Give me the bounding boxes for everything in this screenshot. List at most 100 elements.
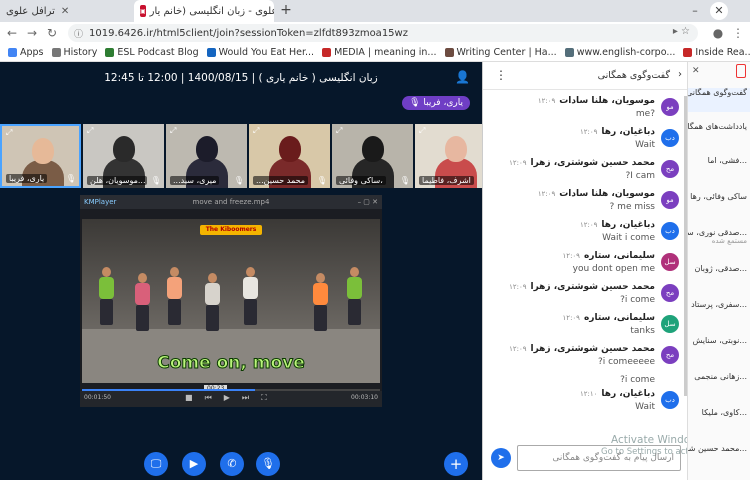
message-meta: محمد حسین شوشتری، زهرا۱۲:۰۹ bbox=[509, 282, 655, 292]
bookmark-item[interactable]: Apps bbox=[8, 47, 44, 58]
bookmark-item[interactable]: Would You Eat Her... bbox=[206, 47, 314, 58]
message-text: Wait i come bbox=[602, 233, 655, 243]
chat-message: دب دباغیان، رها۱۲:۰۹ Wait bbox=[483, 127, 679, 157]
webcam-tile[interactable]: ⤢ ساکی وفائی، 🎙 bbox=[332, 124, 413, 188]
participant-name: اشرف، فاطیما bbox=[419, 176, 474, 185]
webcam-tile[interactable]: ⤢ موسویان، هلن... 🎙 bbox=[83, 124, 164, 188]
bookmark-icon bbox=[206, 48, 216, 57]
checkbox-icon[interactable] bbox=[736, 64, 746, 78]
expand-icon[interactable]: ⤢ bbox=[336, 126, 342, 136]
sidebar-item-label: یادداشت‌های همگانی bbox=[687, 122, 747, 131]
message-time: ۱۲:۰۹ bbox=[509, 159, 527, 167]
bookmark-item[interactable]: Inside Rea... bbox=[683, 47, 750, 58]
bookmark-item[interactable]: Writing Center | Ha... bbox=[444, 47, 557, 58]
message-sender: محمد حسین شوشتری، زهرا bbox=[530, 344, 656, 354]
send-message-button[interactable]: ➤ bbox=[491, 448, 511, 468]
sidebar-item[interactable]: ...سفری، پرستاد bbox=[691, 300, 747, 309]
play-icon[interactable]: ▶ bbox=[224, 393, 230, 403]
phone-button[interactable]: ✆ bbox=[220, 452, 244, 476]
bookmark-icon bbox=[683, 48, 693, 57]
player-titlebar: KMPlayer move and freeze.mp4 – ▢ ✕ bbox=[80, 195, 382, 209]
chat-message: مو موسویان، هلنا سادات۱۲:۰۹ me? bbox=[483, 96, 679, 126]
sidebar-item[interactable]: ...فشی، اما bbox=[708, 156, 747, 165]
sidebar-item[interactable]: ...زهانی منجمی bbox=[694, 372, 747, 381]
talking-indicator[interactable]: 🎙 یاری، فریبا bbox=[402, 96, 470, 110]
chevron-right-icon[interactable]: › bbox=[678, 69, 682, 80]
menu-icon[interactable]: ⋮ bbox=[730, 26, 746, 40]
expand-icon[interactable]: ⤢ bbox=[6, 128, 12, 138]
chat-input[interactable]: ارسال پیام به گفت‌وگوی همگانی bbox=[517, 445, 681, 471]
tab-1[interactable]: ترافل علوی ✕ bbox=[0, 0, 130, 22]
bookmark-item[interactable]: MEDIA | meaning in... bbox=[322, 47, 437, 58]
sidebar-item[interactable]: یادداشت‌های همگانی bbox=[687, 122, 747, 131]
close-window-icon[interactable]: ✕ bbox=[710, 2, 728, 20]
expand-icon[interactable]: ⤢ bbox=[253, 126, 259, 136]
player-file-name: move and freeze.mp4 bbox=[192, 198, 270, 206]
expand-icon[interactable]: ⤢ bbox=[419, 126, 425, 136]
share-screen-button[interactable]: 🖵 bbox=[144, 452, 168, 476]
new-tab-button[interactable]: + bbox=[278, 3, 294, 19]
avatar: مح bbox=[661, 346, 679, 364]
bookmark-item[interactable]: www.english-corpo... bbox=[564, 47, 676, 58]
message-time: ۱۲:۰۹ bbox=[537, 190, 556, 198]
chat-header: ⋮ گفت‌وگوی همگانی › bbox=[483, 62, 688, 90]
back-icon[interactable]: ← bbox=[4, 26, 20, 40]
video-subtitle: Come on, move bbox=[157, 353, 305, 374]
video-button[interactable]: ▶ bbox=[182, 452, 206, 476]
player-controls: 00:01:50 ■ ⏮ ▶ ⏭ ⛶ 00:03:10 bbox=[80, 391, 382, 407]
expand-icon[interactable]: ⤢ bbox=[170, 126, 176, 136]
reload-icon[interactable]: ↻ bbox=[44, 26, 60, 40]
message-meta: موسویان، هلنا سادات۱۲:۰۹ bbox=[538, 96, 655, 106]
message-sender: موسویان، هلنا سادات bbox=[559, 189, 655, 199]
close-icon[interactable]: ✕ bbox=[692, 66, 700, 76]
chat-options-icon[interactable]: ⋮ bbox=[495, 68, 507, 82]
forward-icon[interactable]: → bbox=[24, 26, 40, 40]
participant-name: ...محمد حسین bbox=[253, 176, 309, 185]
dancer-figure bbox=[132, 273, 152, 333]
chat-messages[interactable]: مو موسویان، هلنا سادات۱۲:۰۹ me? دب دباغیان، … bbox=[483, 96, 688, 436]
message-text: Wait bbox=[635, 140, 655, 150]
favicon-icon: ▣ bbox=[140, 5, 146, 17]
message-meta: موسویان، هلنا سادات۱۲:۰۹ bbox=[538, 189, 655, 199]
participant-head bbox=[362, 136, 384, 162]
tab-2[interactable]: ▣ علوی - زبان انگلیسی (خانم یار ✕ bbox=[134, 0, 274, 22]
previous-icon[interactable]: ⏮ bbox=[205, 393, 212, 403]
next-icon[interactable]: ⏭ bbox=[242, 393, 249, 403]
message-meta: دباغیان، رها۱۲:۰۹ bbox=[580, 127, 655, 137]
user-icon[interactable]: 👤 bbox=[455, 70, 470, 84]
info-icon[interactable]: ⓘ bbox=[74, 27, 83, 40]
chat-title: گفت‌وگوی همگانی bbox=[597, 70, 670, 81]
sidebar-item[interactable]: ...محمد حسین شوشت bbox=[688, 444, 747, 453]
chat-message: دب دباغیان، رها۱۲:۱۰ Wait bbox=[483, 389, 679, 419]
microphone-button[interactable]: 🎙 bbox=[256, 452, 280, 476]
tab-2-label: علوی - زبان انگلیسی (خانم یار bbox=[149, 5, 274, 17]
address-bar[interactable]: ⓘ 1019.6426.ir/html5client/join?sessionT… bbox=[68, 24, 698, 42]
expand-icon[interactable]: ⤢ bbox=[87, 126, 93, 136]
webcam-tile[interactable]: ⤢ ...محمد حسین 🎙 bbox=[249, 124, 330, 188]
sidebar-item[interactable]: ساکی وفائی، رها bbox=[690, 192, 747, 201]
participant-name: یاری، فریبا bbox=[6, 174, 48, 183]
message-time: ۱۲:۰۹ bbox=[537, 97, 556, 105]
webcam-tile[interactable]: ⤢ یاری، فریبا 🎙 bbox=[0, 124, 81, 188]
star-icon[interactable]: ▸ ☆ bbox=[673, 26, 690, 37]
stop-icon[interactable]: ■ bbox=[185, 393, 193, 403]
bookmark-item[interactable]: History bbox=[51, 47, 97, 58]
sidebar-item-label: ...سفری، پرستاد bbox=[691, 300, 747, 309]
minimize-icon[interactable]: – bbox=[686, 2, 704, 20]
fullscreen-icon[interactable]: ⛶ bbox=[261, 393, 267, 403]
sidebar-item[interactable]: ...صدقی، ژوبان bbox=[694, 264, 747, 273]
sidebar-item[interactable]: ...صدقی نوری، ستارمستمع شده bbox=[688, 228, 747, 245]
actions-plus-button[interactable]: + bbox=[444, 452, 468, 476]
screenshare: KMPlayer move and freeze.mp4 – ▢ ✕ The K… bbox=[80, 195, 382, 407]
meeting-area: زبان انگلیسی ( خانم یاری ) | 1400/08/15 … bbox=[0, 62, 496, 480]
bookmark-item[interactable]: ESL Podcast Blog bbox=[105, 47, 199, 58]
microphone-icon: 🎙 bbox=[65, 174, 76, 183]
sidebar-item[interactable]: ...کاوی، ملیکا bbox=[702, 408, 747, 417]
sidebar-item[interactable]: ...نوبتی، سنایش bbox=[693, 336, 747, 345]
webcam-tile[interactable]: ⤢ ...میری، سید 🎙 bbox=[166, 124, 247, 188]
sidebar-item[interactable]: گفت‌وگوی همگانی bbox=[688, 88, 750, 112]
message-text: tanks bbox=[630, 326, 655, 336]
extension-icon[interactable]: ● bbox=[710, 26, 726, 40]
bookmark-label: www.english-corpo... bbox=[576, 47, 676, 58]
close-icon[interactable]: ✕ bbox=[61, 6, 69, 17]
